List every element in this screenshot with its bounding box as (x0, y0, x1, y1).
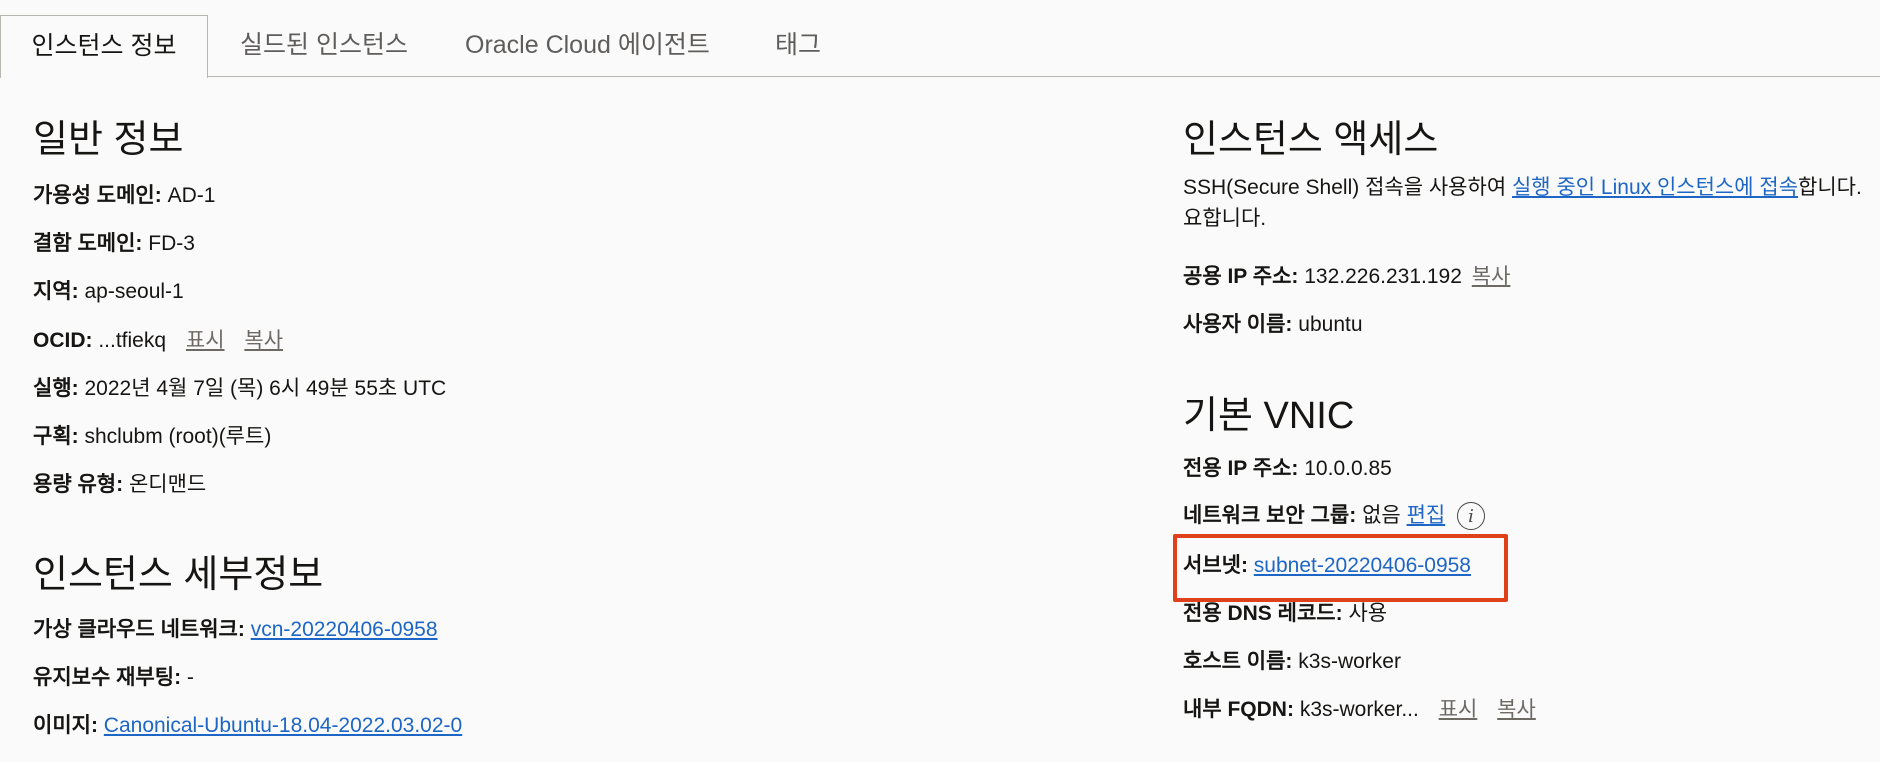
tab-instance-info[interactable]: 인스턴스 정보 (0, 15, 208, 78)
access-desc-suffix: 합니다. (1798, 176, 1862, 199)
capacity-type-row: 용량 유형: 온디맨드 (33, 471, 206, 499)
ocid-row: OCID: ...tfiekq 표시 복사 (33, 327, 283, 355)
fqdn-label: 내부 FQDN: (1183, 698, 1294, 721)
availability-domain-label: 가용성 도메인: (33, 184, 162, 207)
general-info-heading: 일반 정보 (33, 119, 184, 161)
fqdn-show-link[interactable]: 표시 (1439, 698, 1478, 721)
private-dns-value: 사용 (1348, 602, 1388, 625)
instance-access-heading: 인스턴스 액세스 (1183, 119, 1439, 161)
connect-linux-instance-link[interactable]: 실행 중인 Linux 인스턴스에 접속 (1512, 176, 1798, 199)
launched-label: 실행: (33, 377, 79, 400)
capacity-type-value: 온디맨드 (128, 473, 207, 496)
access-description: SSH(Secure Shell) 접속을 사용하여 실행 중인 Linux 인… (1183, 174, 1862, 202)
fqdn-copy-link[interactable]: 복사 (1497, 698, 1536, 721)
private-ip-label: 전용 IP 주소: (1183, 457, 1299, 480)
username-row: 사용자 이름: ubuntu (1183, 311, 1363, 339)
ocid-copy-link[interactable]: 복사 (244, 329, 283, 352)
compartment-label: 구획: (33, 425, 79, 448)
info-icon[interactable]: i (1457, 502, 1486, 531)
public-ip-value: 132.226.231.192 (1304, 265, 1462, 288)
tab-shielded-instance[interactable]: 실드된 인스턴스 (240, 15, 408, 76)
subnet-label: 서브넷: (1183, 554, 1248, 577)
public-ip-label: 공용 IP 주소: (1183, 265, 1299, 288)
private-ip-row: 전용 IP 주소: 10.0.0.85 (1183, 455, 1392, 483)
region-label: 지역: (33, 280, 79, 303)
ocid-value: ...tfiekq (98, 329, 167, 352)
access-desc-prefix: SSH(Secure Shell) 접속을 사용하여 (1183, 176, 1512, 199)
compartment-row: 구획: shclubm (root)(루트) (33, 423, 271, 451)
maintenance-reboot-label: 유지보수 재부팅: (33, 666, 182, 689)
availability-domain-row: 가용성 도메인: AD-1 (33, 182, 215, 210)
hostname-value: k3s-worker (1298, 650, 1401, 673)
fault-domain-value: FD-3 (148, 232, 195, 255)
capacity-type-label: 용량 유형: (33, 473, 124, 496)
region-row: 지역: ap-seoul-1 (33, 278, 184, 306)
compartment-value: shclubm (root)(루트) (84, 425, 272, 448)
ocid-show-link[interactable]: 표시 (186, 329, 225, 352)
private-dns-row: 전용 DNS 레코드: 사용 (1183, 600, 1387, 628)
public-ip-copy-link[interactable]: 복사 (1472, 265, 1511, 288)
subnet-link[interactable]: subnet-20220406-0958 (1254, 554, 1471, 577)
tab-divider (207, 76, 1880, 77)
launched-value: 2022년 4월 7일 (목) 6시 49분 55초 UTC (84, 377, 447, 400)
nsg-label: 네트워크 보안 그룹: (1183, 504, 1357, 527)
hostname-label: 호스트 이름: (1183, 650, 1293, 673)
instance-details-heading: 인스턴스 세부정보 (33, 554, 324, 596)
image-row: 이미지: Canonical-Ubuntu-18.04-2022.03.02-0 (33, 712, 462, 740)
subnet-row: 서브넷: subnet-20220406-0958 (1183, 552, 1471, 580)
fqdn-row: 내부 FQDN: k3s-worker... 표시 복사 (1183, 696, 1536, 724)
availability-domain-value: AD-1 (167, 184, 216, 207)
tab-tags[interactable]: 태그 (775, 15, 821, 76)
hostname-row: 호스트 이름: k3s-worker (1183, 648, 1401, 676)
image-label: 이미지: (33, 714, 98, 737)
image-link[interactable]: Canonical-Ubuntu-18.04-2022.03.02-0 (104, 714, 462, 737)
vcn-row: 가상 클라우드 네트워크: vcn-20220406-0958 (33, 616, 438, 644)
nsg-row: 네트워크 보안 그룹: 없음 편집 i (1183, 502, 1486, 531)
fault-domain-label: 결함 도메인: (33, 232, 143, 255)
nsg-edit-link[interactable]: 편집 (1407, 504, 1446, 527)
launched-row: 실행: 2022년 4월 7일 (목) 6시 49분 55초 UTC (33, 375, 446, 403)
maintenance-reboot-row: 유지보수 재부팅: - (33, 664, 194, 692)
tab-bar: 인스턴스 정보 실드된 인스턴스 Oracle Cloud 에이전트 태그 (0, 0, 1880, 78)
fqdn-value: k3s-worker... (1299, 698, 1419, 721)
private-dns-label: 전용 DNS 레코드: (1183, 602, 1343, 625)
vcn-label: 가상 클라우드 네트워크: (33, 618, 245, 641)
fault-domain-row: 결함 도메인: FD-3 (33, 230, 195, 258)
primary-vnic-heading: 기본 VNIC (1183, 395, 1355, 437)
public-ip-row: 공용 IP 주소: 132.226.231.192 복사 (1183, 263, 1510, 291)
private-ip-value: 10.0.0.85 (1304, 457, 1392, 480)
vcn-link[interactable]: vcn-20220406-0958 (251, 618, 438, 641)
tab-oracle-cloud-agent[interactable]: Oracle Cloud 에이전트 (465, 15, 710, 76)
region-value: ap-seoul-1 (84, 280, 184, 303)
username-value: ubuntu (1298, 313, 1363, 336)
nsg-value: 없음 (1362, 504, 1401, 527)
maintenance-reboot-value: - (186, 666, 194, 689)
access-description-line2: 요합니다. (1183, 207, 1267, 230)
username-label: 사용자 이름: (1183, 313, 1293, 336)
ocid-label: OCID: (33, 329, 93, 352)
